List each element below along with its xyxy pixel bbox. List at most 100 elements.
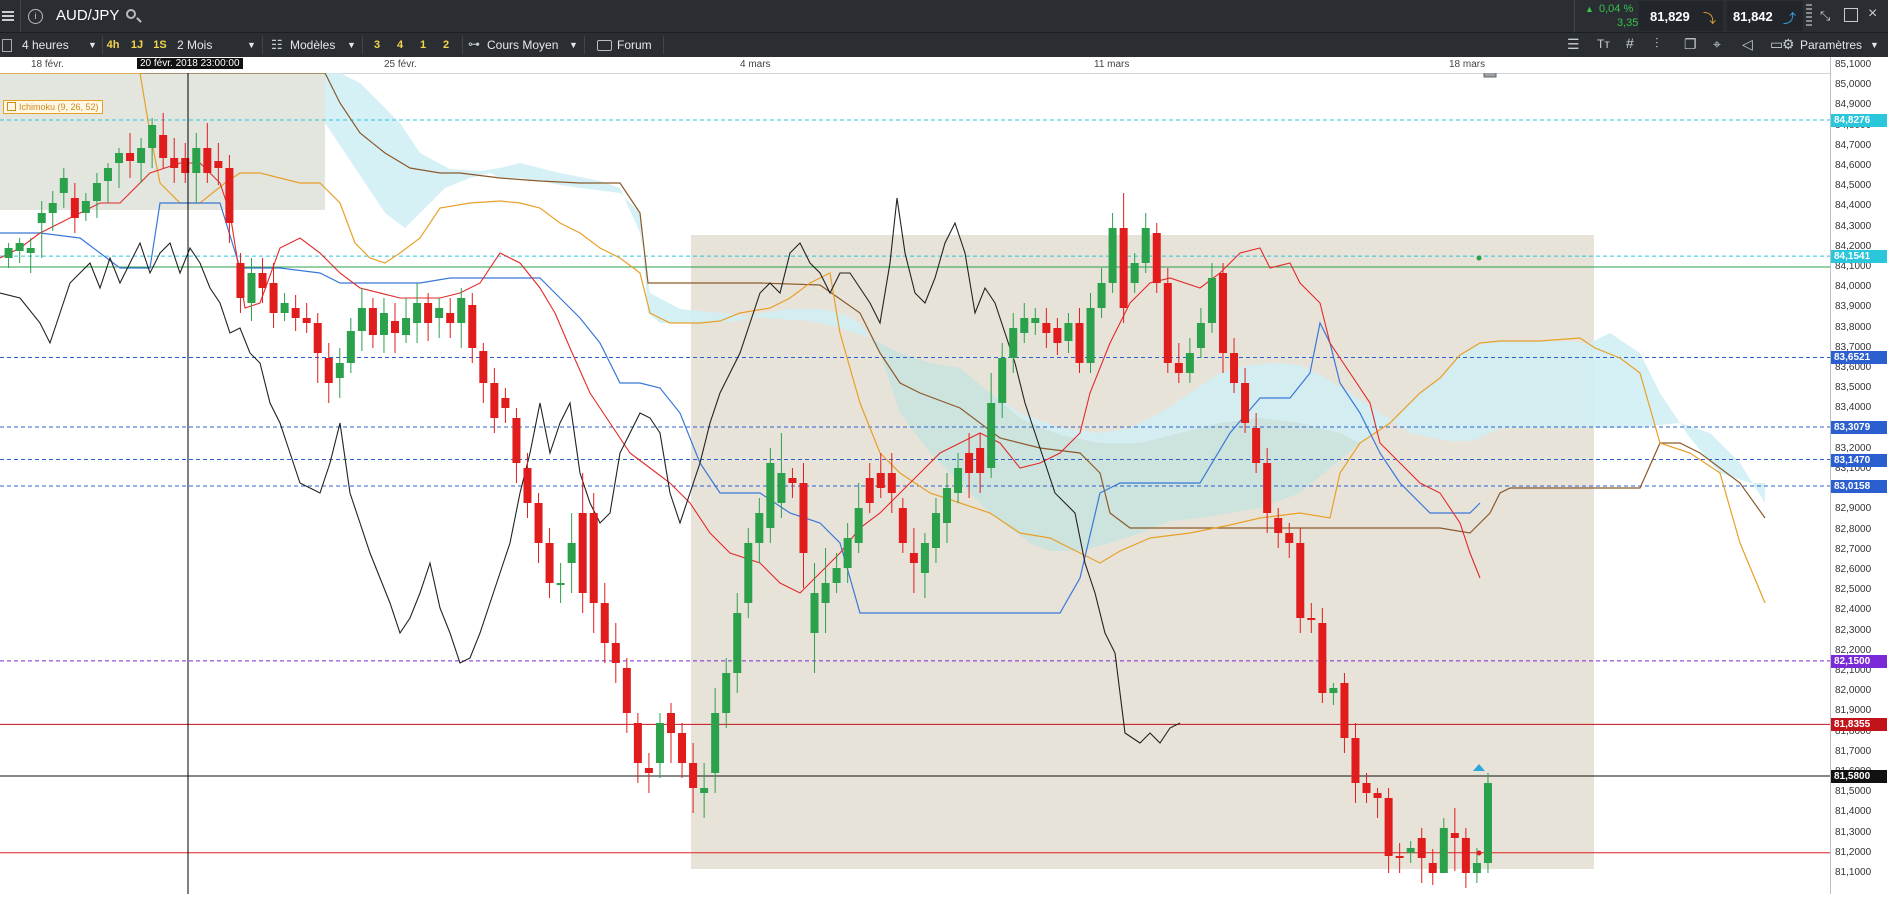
candle-body: [48, 203, 57, 213]
price-level-badge[interactable]: 84,1541: [1831, 250, 1887, 264]
candle-body: [865, 478, 874, 503]
sell-price-button[interactable]: 81,829 ⤵: [1639, 1, 1723, 31]
forum-button[interactable]: Forum: [617, 33, 652, 57]
price-type-select[interactable]: Cours Moyen: [487, 33, 558, 57]
price-chart[interactable]: Ichimoku (9, 26, 52): [0, 64, 1830, 894]
date-label: 18 mars: [1449, 59, 1486, 70]
settings-icon[interactable]: ⚙: [1782, 36, 1795, 53]
list-icon[interactable]: ☰: [1567, 36, 1580, 53]
quick-frame-4h[interactable]: 4h: [104, 37, 122, 53]
num-button-4[interactable]: 4: [391, 37, 409, 53]
candle-body: [170, 158, 179, 168]
chart-canvas[interactable]: [0, 64, 1830, 894]
search-icon[interactable]: [126, 9, 142, 23]
chart-type-icon[interactable]: ⫶: [1655, 35, 1659, 52]
price-level-badge[interactable]: 83,3079: [1831, 421, 1887, 434]
candle-body: [1384, 798, 1393, 856]
symbol-title[interactable]: AUD/JPY: [56, 7, 119, 24]
timeframe-chevron-icon[interactable]: ▼: [88, 33, 97, 57]
candle-body: [236, 263, 245, 298]
timeframe-select[interactable]: 4 heures: [22, 33, 69, 57]
candle-body: [413, 303, 422, 323]
price-level-badge[interactable]: 83,1470: [1831, 453, 1887, 467]
candle-body: [1009, 328, 1018, 358]
settings-chevron-icon[interactable]: ▼: [1870, 33, 1879, 57]
price-tick-label: 84,4000: [1835, 200, 1872, 212]
price-level-badge[interactable]: 84,8276: [1831, 114, 1887, 128]
candle-body: [1296, 543, 1305, 618]
candle-body: [37, 213, 46, 223]
candle-body: [534, 503, 543, 543]
price-type-chevron-icon[interactable]: ▼: [569, 33, 578, 57]
info-icon[interactable]: i: [28, 9, 43, 24]
drag-handle-icon[interactable]: [1806, 4, 1812, 28]
num-button-1[interactable]: 1: [414, 37, 432, 53]
templates-button[interactable]: Modèles: [290, 33, 335, 57]
crosshair-icon[interactable]: ⌖: [1713, 36, 1721, 53]
candle-body: [1241, 383, 1250, 423]
menu-icon[interactable]: [2, 8, 14, 24]
forum-icon[interactable]: [597, 40, 612, 51]
layers-icon[interactable]: ❐: [1684, 36, 1697, 53]
change-up-icon: ▲: [1585, 4, 1594, 14]
candle-body: [59, 178, 68, 193]
scroll-marker-icon[interactable]: [1483, 64, 1497, 78]
quick-frame-1s[interactable]: 1S: [151, 37, 169, 53]
quick-frame-1j[interactable]: 1J: [128, 37, 146, 53]
alert-marker[interactable]: [1476, 255, 1482, 261]
candle-body: [1196, 323, 1205, 348]
candle-body: [457, 298, 466, 323]
candle-body: [1373, 793, 1382, 798]
price-axis[interactable]: 85,100085,000084,900084,800084,700084,60…: [1830, 57, 1888, 894]
price-tick-label: 84,7000: [1835, 139, 1872, 151]
price-level-badge[interactable]: 82,1500: [1831, 654, 1887, 668]
candle-body: [920, 543, 929, 573]
price-type-icon[interactable]: ⊶: [468, 37, 480, 51]
price-tick-label: 85,0000: [1835, 79, 1872, 91]
price-level-badge[interactable]: 83,6521: [1831, 351, 1887, 365]
num-button-2[interactable]: 2: [437, 37, 455, 53]
candle-body: [424, 303, 433, 323]
buy-price-button[interactable]: 81,842 ⤴: [1727, 1, 1803, 31]
price-tick-label: 82,5000: [1835, 584, 1872, 596]
range-chevron-icon[interactable]: ▼: [247, 33, 256, 57]
collapse-icon[interactable]: ⤡: [1820, 8, 1830, 24]
price-level-badge[interactable]: 83,0158: [1831, 480, 1887, 493]
candle-body: [567, 543, 576, 563]
text-tool-icon[interactable]: Tт: [1597, 37, 1610, 51]
candle-body: [1461, 838, 1470, 873]
candle-body: [755, 513, 764, 543]
candle-body: [368, 308, 377, 335]
candle-body: [965, 453, 974, 473]
settings-button[interactable]: Paramètres: [1800, 33, 1862, 57]
candle-body: [435, 308, 444, 318]
date-label: 25 févr.: [384, 59, 417, 70]
candle-body: [1108, 228, 1117, 283]
templates-icon[interactable]: ☷: [271, 37, 283, 53]
indicator-toggle-icon[interactable]: [7, 102, 16, 111]
date-axis: 18 févr. 20 févr. 2018 23:00:00 25 févr.…: [0, 57, 1830, 74]
grid-icon[interactable]: #: [1626, 35, 1634, 51]
candle-body: [766, 463, 775, 528]
candle-body: [391, 321, 399, 333]
candle-body: [821, 583, 830, 603]
price-tick-label: 81,1000: [1835, 867, 1872, 878]
indicator-legend[interactable]: Ichimoku (9, 26, 52): [3, 100, 103, 114]
candle-body: [898, 508, 907, 543]
range-select[interactable]: 2 Mois: [177, 33, 212, 57]
num-button-3[interactable]: 3: [368, 37, 386, 53]
close-icon[interactable]: ×: [1868, 5, 1877, 23]
panel-toggle-icon[interactable]: [2, 39, 12, 52]
candle-body: [931, 513, 940, 548]
price-level-badge[interactable]: 81,8355: [1831, 718, 1887, 732]
candle-body: [700, 788, 709, 793]
candle-body: [1318, 623, 1327, 693]
candle-body: [777, 473, 786, 503]
price-level-badge[interactable]: 81,5800: [1831, 770, 1887, 784]
candle-body: [4, 248, 13, 258]
popout-icon[interactable]: [1844, 8, 1858, 22]
tag-icon[interactable]: ◁: [1742, 36, 1753, 53]
candle-body: [887, 473, 896, 493]
templates-chevron-icon[interactable]: ▼: [347, 33, 356, 57]
alert-marker[interactable]: [1476, 850, 1482, 856]
